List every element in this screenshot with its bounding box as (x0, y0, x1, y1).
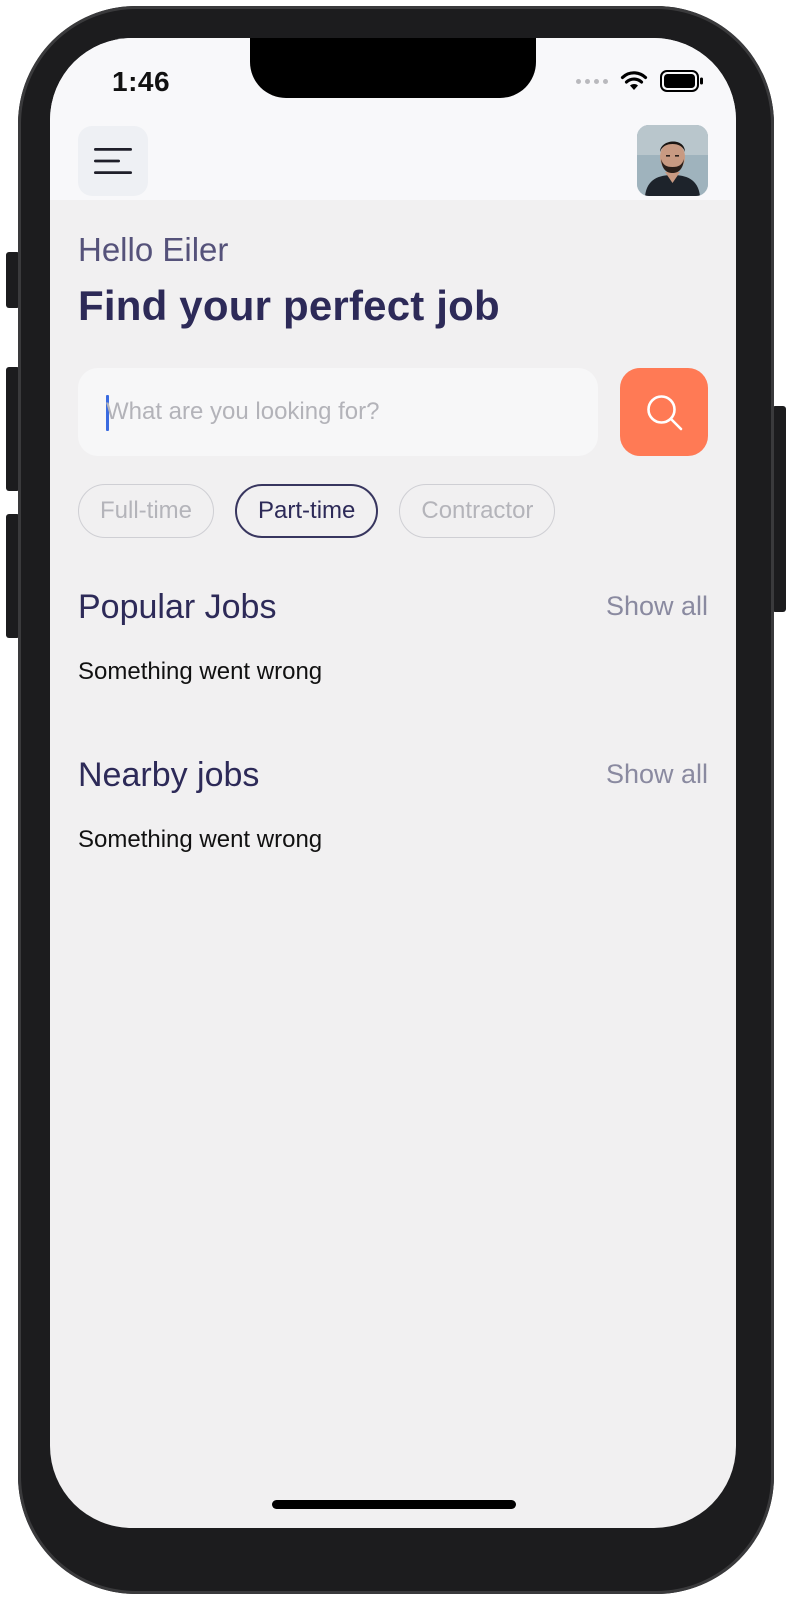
job-type-tabs: Full-time Part-time Contractor (78, 484, 556, 538)
job-type-chip-full-time[interactable]: Full-time (78, 484, 215, 538)
home-indicator[interactable] (272, 1500, 516, 1509)
greeting: Hello Eiler (78, 231, 229, 268)
status-time: 1:46 (112, 66, 171, 97)
job-type-chip-contractor[interactable]: Contractor (399, 484, 556, 538)
cellular-signal-icon (576, 78, 608, 84)
avatar[interactable] (637, 125, 708, 196)
app-screen: 1:46 Hello Eiler Find your perfect job W… (50, 38, 736, 1528)
nearby-jobs-show-all-link[interactable]: Show all (606, 759, 708, 790)
wifi-icon (620, 71, 648, 90)
status-icons (576, 70, 704, 92)
menu-button[interactable] (78, 126, 148, 196)
search-button[interactable] (620, 368, 708, 456)
popular-jobs-error-message: Something went wrong (78, 658, 323, 685)
battery-icon (660, 70, 703, 92)
popular-jobs-title: Popular Jobs (78, 588, 277, 626)
search-box[interactable] (78, 368, 598, 456)
search-input[interactable] (106, 368, 586, 456)
page-title: Find your perfect job (78, 282, 500, 329)
job-type-chip-part-time[interactable]: Part-time (235, 484, 379, 538)
popular-jobs-show-all-link[interactable]: Show all (606, 591, 708, 622)
nearby-jobs-error-message: Something went wrong (78, 826, 323, 853)
search-icon (647, 395, 683, 431)
notch (250, 38, 536, 98)
power-button (772, 406, 786, 612)
nearby-jobs-title: Nearby jobs (78, 756, 260, 794)
profile-photo (637, 125, 708, 196)
hamburger-menu-icon (94, 148, 132, 174)
